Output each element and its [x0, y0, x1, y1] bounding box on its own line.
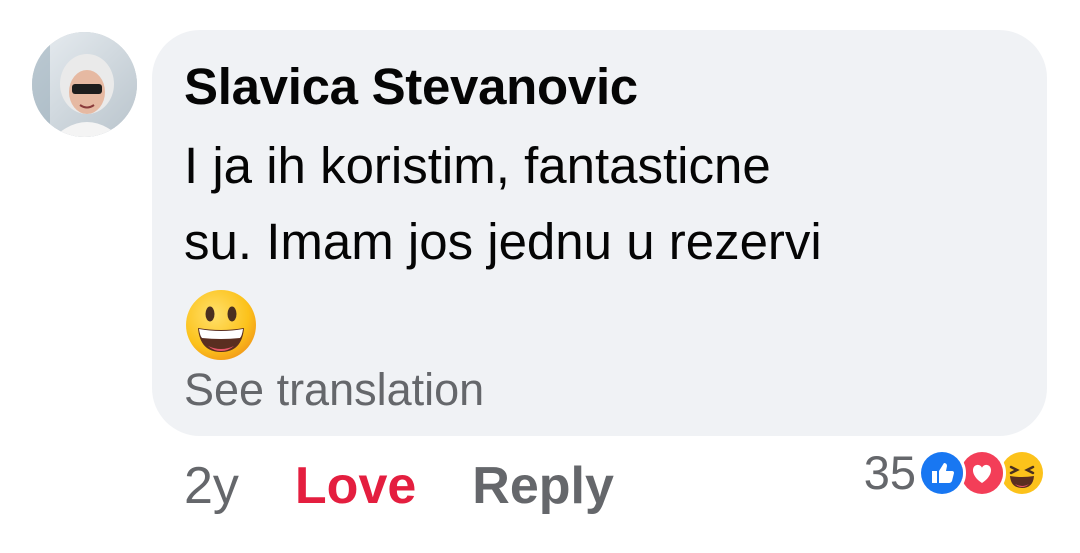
comment-text: I ja ih koristim, fantasticne su. Imam j… [184, 128, 1024, 280]
timestamp[interactable]: 2y [184, 456, 239, 516]
reply-button[interactable]: Reply [472, 456, 614, 516]
reaction-count: 35 [863, 446, 916, 499]
comment-bubble: Slavica Stevanovic I ja ih koristim, fan… [152, 30, 1047, 436]
comment-actions: 2y Love Reply [184, 456, 614, 516]
avatar[interactable] [32, 32, 137, 137]
comment-text-line: su. Imam jos jednu u rezervi [184, 213, 822, 270]
reaction-summary[interactable]: 35 [864, 445, 1046, 500]
comment-row: Slavica Stevanovic I ja ih koristim, fan… [0, 0, 1080, 553]
like-reaction-icon [918, 448, 966, 497]
love-button[interactable]: Love [295, 456, 416, 516]
comment-text-line: I ja ih koristim, fantasticne [184, 137, 771, 194]
see-translation-link[interactable]: See translation [184, 364, 484, 416]
comment-author[interactable]: Slavica Stevanovic [184, 57, 638, 116]
grinning-face-icon [184, 288, 258, 362]
